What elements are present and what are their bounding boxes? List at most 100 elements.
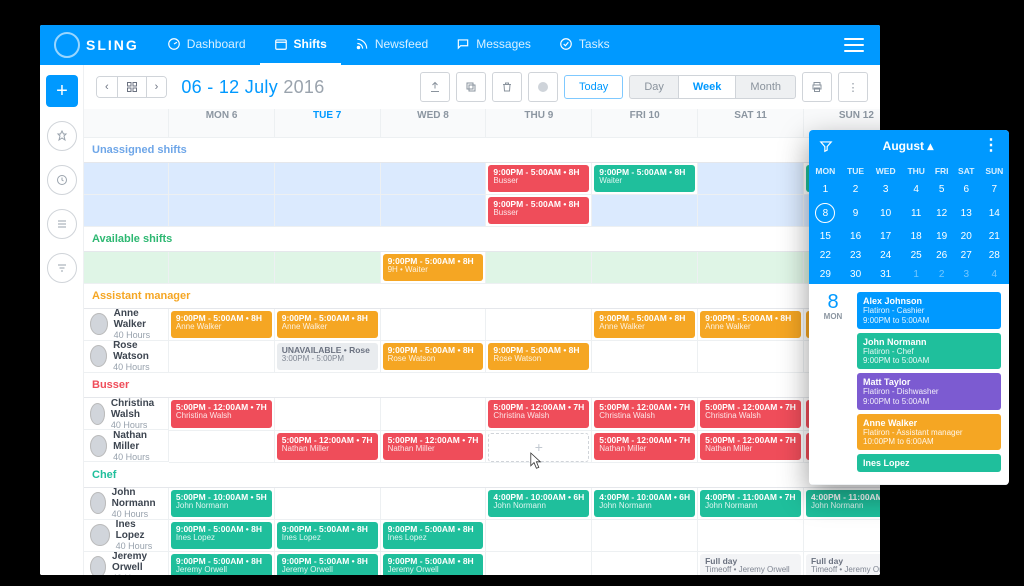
cal-day[interactable]: 19 bbox=[930, 227, 952, 246]
shift-anne-sat[interactable]: 9:00PM - 5:00AM • 8HAnne Walker bbox=[700, 311, 801, 339]
nav-newsfeed[interactable]: Newsfeed bbox=[341, 25, 442, 65]
widget-more-button[interactable]: ⋮ bbox=[983, 138, 999, 154]
nav-shifts[interactable]: Shifts bbox=[260, 25, 341, 65]
cal-day[interactable]: 21 bbox=[980, 227, 1009, 246]
cal-day[interactable]: 4 bbox=[902, 180, 931, 199]
cal-day[interactable]: 9 bbox=[842, 199, 870, 227]
shift-chr-sat[interactable]: 5:00PM - 12:00AM • 7HChristina Walsh bbox=[700, 400, 801, 428]
cal-day[interactable]: 25 bbox=[902, 246, 931, 265]
cal-day[interactable]: 23 bbox=[842, 246, 870, 265]
event-card[interactable]: Alex JohnsonFlatiron - Cashier9:00PM to … bbox=[857, 292, 1001, 329]
shift-rose-thu[interactable]: 9:00PM - 5:00AM • 8HRose Watson bbox=[488, 343, 589, 370]
cal-day[interactable]: 13 bbox=[953, 199, 980, 227]
shift-anne-mon[interactable]: 9:00PM - 5:00AM • 8HAnne Walker bbox=[171, 311, 272, 339]
shift-nat-sat[interactable]: 5:00PM - 12:00AM • 7HNathan Miller bbox=[700, 433, 801, 460]
filter-icon[interactable] bbox=[819, 139, 833, 153]
cal-day[interactable]: 28 bbox=[980, 246, 1009, 265]
cal-day[interactable]: 10 bbox=[869, 199, 901, 227]
shift-unassigned-waiter[interactable]: 9:00PM - 5:00AM • 8HWaiter bbox=[594, 165, 695, 192]
shift-rose-wed[interactable]: 9:00PM - 5:00AM • 8HRose Watson bbox=[383, 343, 484, 370]
section-busser[interactable]: Busser bbox=[84, 373, 880, 398]
cal-day[interactable]: 1 bbox=[809, 180, 842, 199]
shift-ines-tue[interactable]: 9:00PM - 5:00AM • 8HInes Lopez bbox=[277, 522, 378, 549]
trash-button[interactable] bbox=[492, 72, 522, 102]
col-sat[interactable]: SAT 11 bbox=[698, 109, 804, 137]
cal-day[interactable]: 4 bbox=[980, 265, 1009, 284]
shift-john-thu[interactable]: 4:00PM - 10:00AM • 6HJohn Normann bbox=[488, 490, 589, 518]
col-mon[interactable]: MON 6 bbox=[169, 109, 274, 137]
section-chef[interactable]: Chef bbox=[84, 462, 880, 487]
shift-unassigned-busser[interactable]: 9:00PM - 5:00AM • 8HBusser bbox=[488, 165, 589, 192]
nav-dashboard[interactable]: Dashboard bbox=[153, 25, 260, 65]
next-button[interactable]: › bbox=[146, 77, 167, 97]
shift-available[interactable]: 9:00PM - 5:00AM • 8H9H • Waiter bbox=[383, 254, 484, 281]
cal-day[interactable]: 7 bbox=[980, 180, 1009, 199]
cal-day[interactable]: 29 bbox=[809, 265, 842, 284]
rail-clock-icon[interactable] bbox=[47, 165, 77, 195]
shift-jer-sat[interactable]: Full dayTimeoff • Jeremy Orwell bbox=[700, 554, 801, 575]
grid-view-button[interactable] bbox=[117, 77, 146, 97]
shift-anne-fri[interactable]: 9:00PM - 5:00AM • 8HAnne Walker bbox=[594, 311, 695, 339]
shift-nat-tue[interactable]: 5:00PM - 12:00AM • 7HNathan Miller bbox=[277, 433, 378, 460]
copy-button[interactable] bbox=[456, 72, 486, 102]
more-button[interactable]: ⋮ bbox=[838, 72, 868, 102]
row-rose[interactable]: Rose Watson40 Hours bbox=[84, 341, 169, 373]
cal-day[interactable]: 8 bbox=[809, 199, 842, 227]
rail-filter-icon[interactable] bbox=[47, 253, 77, 283]
prev-button[interactable]: ‹ bbox=[97, 77, 117, 97]
export-button[interactable] bbox=[420, 72, 450, 102]
nav-tasks[interactable]: Tasks bbox=[545, 25, 624, 65]
print-button[interactable] bbox=[802, 72, 832, 102]
cal-day[interactable]: 2 bbox=[842, 180, 870, 199]
section-unassigned[interactable]: Unassigned shifts bbox=[84, 137, 880, 162]
cal-day[interactable]: 24 bbox=[869, 246, 901, 265]
shift-jer-tue[interactable]: 9:00PM - 5:00AM • 8HJeremy Orwell bbox=[277, 554, 378, 575]
cal-day[interactable]: 14 bbox=[980, 199, 1009, 227]
date-range[interactable]: 06 - 12 July 2016 bbox=[181, 77, 324, 98]
row-nathan[interactable]: Nathan Miller40 Hours bbox=[84, 430, 169, 462]
row-john[interactable]: John Normann40 Hours bbox=[84, 488, 169, 520]
section-available[interactable]: Available shifts bbox=[84, 226, 880, 251]
shift-rose-unavail[interactable]: UNAVAILABLE • Rose3:00PM - 5:00PM bbox=[277, 343, 378, 370]
shift-nat-fri[interactable]: 5:00PM - 12:00AM • 7HNathan Miller bbox=[594, 433, 695, 460]
cal-day[interactable]: 20 bbox=[953, 227, 980, 246]
section-assistant[interactable]: Assistant manager bbox=[84, 283, 880, 308]
widget-title[interactable]: August ▴ bbox=[883, 139, 934, 153]
event-card[interactable]: Matt TaylorFlatiron - Dishwasher9:00PM t… bbox=[857, 373, 1001, 410]
cal-day[interactable]: 18 bbox=[902, 227, 931, 246]
row-christina[interactable]: Christina Walsh40 Hours bbox=[84, 398, 169, 430]
shift-john-sun[interactable]: 4:00PM - 11:00AM • 7HJohn Normann bbox=[806, 490, 880, 518]
event-card[interactable]: Anne WalkerFlatiron - Assistant manager1… bbox=[857, 414, 1001, 451]
cal-day[interactable]: 22 bbox=[809, 246, 842, 265]
shift-chr-fri[interactable]: 5:00PM - 12:00AM • 7HChristina Walsh bbox=[594, 400, 695, 428]
cal-day[interactable]: 12 bbox=[930, 199, 952, 227]
shift-jer-wed[interactable]: 9:00PM - 5:00AM • 8HJeremy Orwell bbox=[383, 554, 484, 575]
add-shift-cell[interactable]: + bbox=[488, 433, 589, 462]
event-card[interactable]: Ines Lopez bbox=[857, 454, 1001, 472]
cal-day[interactable]: 15 bbox=[809, 227, 842, 246]
cal-day[interactable]: 1 bbox=[902, 265, 931, 284]
shift-john-sat[interactable]: 4:00PM - 11:00AM • 7HJohn Normann bbox=[700, 490, 801, 518]
add-button[interactable]: + bbox=[46, 75, 78, 107]
shift-anne-tue[interactable]: 9:00PM - 5:00AM • 8HAnne Walker bbox=[277, 311, 378, 339]
shift-john-fri[interactable]: 4:00PM - 10:00AM • 6HJohn Normann bbox=[594, 490, 695, 518]
rail-pin-icon[interactable] bbox=[47, 121, 77, 151]
seg-day[interactable]: Day bbox=[630, 76, 678, 98]
cal-day[interactable]: 30 bbox=[842, 265, 870, 284]
nav-messages[interactable]: Messages bbox=[442, 25, 545, 65]
seg-month[interactable]: Month bbox=[735, 76, 795, 98]
cal-day[interactable]: 26 bbox=[930, 246, 952, 265]
row-ines[interactable]: Ines Lopez40 Hours bbox=[84, 520, 169, 552]
today-button[interactable]: Today bbox=[564, 75, 623, 99]
shift-chr-mon[interactable]: 5:00PM - 12:00AM • 7HChristina Walsh bbox=[171, 400, 272, 428]
shift-jer-sun[interactable]: Full dayTimeoff • Jeremy Orwell bbox=[806, 554, 880, 575]
event-card[interactable]: John NormannFlatiron - Chef9:00PM to 5:0… bbox=[857, 333, 1001, 370]
shift-chr-thu[interactable]: 5:00PM - 12:00AM • 7HChristina Walsh bbox=[488, 400, 589, 428]
col-fri[interactable]: FRI 10 bbox=[592, 109, 698, 137]
shift-john-mon[interactable]: 5:00PM - 10:00AM • 5HJohn Normann bbox=[171, 490, 272, 518]
shift-nat-wed[interactable]: 5:00PM - 12:00AM • 7HNathan Miller bbox=[383, 433, 484, 460]
col-wed[interactable]: WED 8 bbox=[380, 109, 486, 137]
rail-list-icon[interactable] bbox=[47, 209, 77, 239]
cal-day[interactable]: 27 bbox=[953, 246, 980, 265]
cal-day[interactable]: 3 bbox=[953, 265, 980, 284]
